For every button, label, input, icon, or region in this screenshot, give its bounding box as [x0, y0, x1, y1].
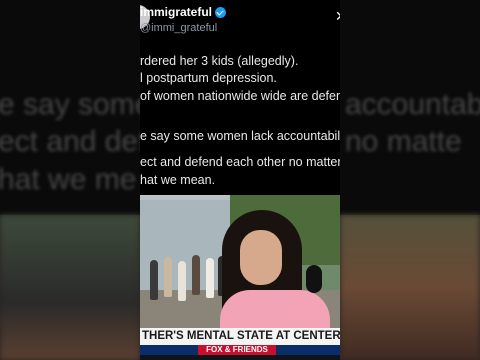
user-handle[interactable]: @immi_grateful [140, 22, 217, 34]
short-video-frame: immigrateful @immi_grateful ✕ rdered her… [140, 0, 340, 360]
video-bottom-edge [140, 355, 340, 360]
tweet-text-line: e say some women lack accountability [140, 129, 340, 143]
chyron-text: THER'S MENTAL STATE AT CENTER OF MURDER … [142, 330, 340, 342]
pedestrian [150, 260, 158, 300]
pedestrian [164, 257, 172, 297]
blurred-video-left [0, 215, 140, 360]
tweet-screenshot: immigrateful @immi_grateful ✕ rdered her… [140, 0, 340, 195]
pedestrian [206, 258, 214, 298]
close-icon[interactable]: ✕ [335, 8, 340, 25]
tweet-text-line: rdered her 3 kids (allegedly). [140, 54, 299, 68]
author-row: immigrateful [140, 5, 227, 19]
tweet-text-line: of women nationwide wide are defen [140, 89, 340, 103]
show-logo: FOX & FRIENDS [198, 345, 276, 355]
blurred-video-right [340, 215, 480, 360]
pedestrian [192, 255, 200, 295]
verified-badge-icon [215, 6, 227, 18]
pedestrian [178, 261, 186, 301]
display-name[interactable]: immigrateful [140, 5, 212, 19]
ghost-text: accountabili [345, 88, 480, 121]
tweet-text-line: ect and defend each other no matter [140, 155, 340, 169]
tweet-text-line: hat we mean. [140, 173, 216, 187]
news-chyron: THER'S MENTAL STATE AT CENTER OF MURDER … [140, 328, 340, 345]
reporter-face [240, 230, 282, 285]
microphone [306, 265, 322, 293]
ghost-text: hat we me [0, 163, 137, 196]
ghost-text: ect and defe [0, 125, 164, 158]
ghost-text: no matte [345, 125, 462, 158]
ghost-text: e say some [0, 88, 152, 121]
tweet-text-line: l postpartum depression. [140, 71, 277, 85]
news-video-clip[interactable]: THER'S MENTAL STATE AT CENTER OF MURDER … [140, 195, 340, 360]
